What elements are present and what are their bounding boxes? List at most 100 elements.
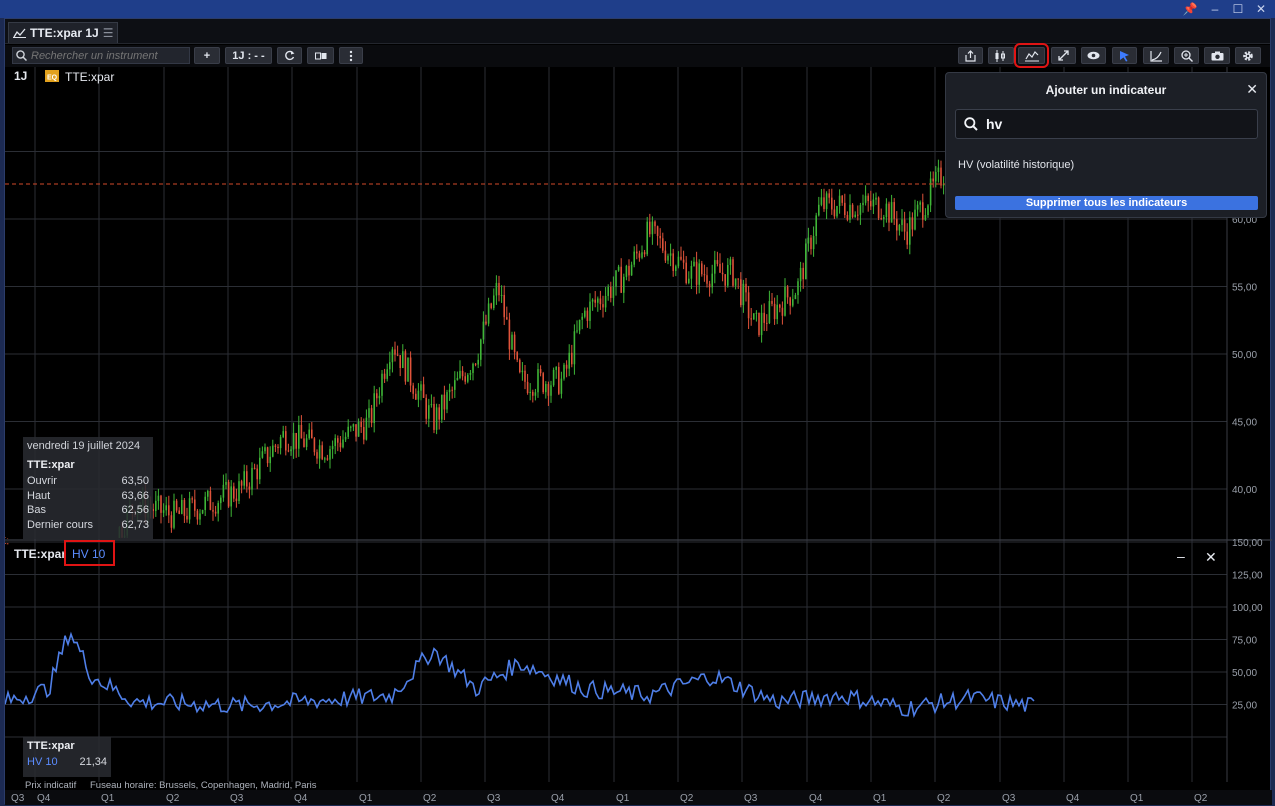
candle-body — [550, 385, 552, 396]
candle-body — [771, 301, 773, 304]
more-options-button[interactable] — [339, 47, 363, 64]
quarter-label: Q1 — [873, 793, 887, 804]
candle-body — [880, 218, 882, 220]
remove-all-indicators-button[interactable]: Supprimer tous les indicateurs — [955, 196, 1258, 210]
candle-body — [399, 355, 401, 368]
candle-body — [474, 363, 477, 365]
candle-body — [664, 250, 667, 261]
cursor-button[interactable] — [1112, 47, 1137, 64]
candle-body — [903, 219, 906, 232]
candle-body — [841, 195, 843, 203]
candle-body — [854, 214, 856, 218]
tab-chart[interactable]: TTE:xpar 1J ☰ — [8, 22, 118, 43]
settings-button[interactable] — [1235, 47, 1261, 64]
candle-body — [706, 275, 708, 284]
add-button[interactable]: + — [194, 47, 220, 64]
candle-body — [513, 334, 516, 353]
candle-body — [776, 304, 778, 320]
candle-body — [703, 274, 706, 276]
candle-body — [212, 509, 214, 512]
pin-icon[interactable]: 📌 — [1181, 1, 1199, 17]
candle-body — [563, 364, 565, 379]
candle-body — [812, 235, 815, 250]
candle-body — [849, 204, 851, 220]
hv-indicator-label[interactable]: HV 10 — [72, 547, 106, 561]
candle-body — [909, 217, 911, 245]
tab-title: TTE:xpar 1J — [30, 26, 99, 40]
candle-body — [178, 510, 180, 514]
zoom-button[interactable] — [1174, 47, 1199, 64]
candle-body — [584, 310, 586, 317]
zoom-icon — [1180, 49, 1193, 62]
year-label: 2023 — [711, 804, 734, 805]
candle-body — [833, 209, 836, 217]
indicator-button[interactable] — [1014, 43, 1049, 68]
candle-body — [867, 195, 869, 202]
candle-body — [220, 497, 222, 504]
year-label: 2025 — [1195, 804, 1218, 805]
candle-body — [181, 499, 183, 514]
candle-body — [480, 339, 482, 360]
candle-body — [929, 178, 932, 206]
indicator-search[interactable] — [955, 109, 1258, 139]
vertical-dots-icon — [349, 50, 353, 61]
candle-body — [472, 363, 474, 373]
period-button[interactable]: 1J : - - — [225, 47, 272, 64]
screenshot-button[interactable] — [1204, 47, 1230, 64]
candle-body — [695, 261, 698, 285]
candle-body — [386, 369, 388, 379]
candle-body — [724, 274, 726, 286]
candle-body — [818, 204, 820, 216]
candle-body — [662, 238, 664, 251]
candle-body — [857, 214, 859, 216]
candle-body — [708, 283, 711, 288]
candle-body — [344, 436, 347, 440]
candle-body — [638, 253, 641, 258]
expand-button[interactable] — [1051, 47, 1076, 64]
candle-body — [607, 287, 609, 296]
candle-body — [326, 458, 329, 460]
candle-body — [927, 205, 929, 216]
candle-body — [883, 217, 885, 219]
candle-body — [578, 319, 581, 331]
candle-type-button[interactable] — [988, 47, 1014, 64]
candle-body — [446, 392, 448, 410]
close-window-button[interactable]: ✕ — [1252, 1, 1270, 17]
candle-body — [441, 394, 443, 420]
indicator-search-input[interactable] — [986, 116, 1246, 132]
candle-body — [526, 381, 529, 394]
share-button[interactable] — [958, 47, 983, 64]
candle-body — [797, 281, 799, 296]
candle-body — [571, 352, 573, 365]
candle-body — [547, 384, 550, 396]
instrument-search[interactable] — [12, 47, 190, 64]
year-label: 2024 — [973, 804, 996, 805]
candle-body — [246, 471, 248, 487]
drawing-button[interactable] — [1143, 47, 1169, 64]
layout-button[interactable] — [307, 47, 334, 64]
refresh-button[interactable] — [277, 47, 302, 64]
indicator-icon — [1024, 50, 1039, 61]
indicator-result-hv[interactable]: HV (volatilité historique) — [958, 159, 1074, 171]
candle-body — [604, 295, 607, 308]
price-tick-label: 50,00 — [1232, 350, 1257, 361]
candle-body — [461, 370, 464, 377]
visibility-button[interactable] — [1081, 47, 1106, 64]
candle-body — [430, 404, 433, 406]
candle-body — [667, 255, 669, 261]
time-axis-bg — [5, 790, 1272, 806]
search-input[interactable] — [31, 49, 181, 62]
hv-minimize-button[interactable]: – — [1177, 548, 1185, 564]
candle-body — [914, 209, 916, 230]
panel-close-icon[interactable]: ✕ — [1246, 81, 1258, 98]
hv-close-button[interactable]: ✕ — [1205, 549, 1217, 565]
candle-body — [173, 500, 175, 528]
hv-tooltip-instrument: TTE:xpar — [27, 740, 75, 752]
candle-body — [503, 295, 505, 318]
share-icon — [965, 49, 976, 62]
maximize-window-button[interactable]: ☐ — [1229, 1, 1247, 17]
layout-icon — [314, 52, 326, 59]
tab-menu-icon[interactable]: ☰ — [103, 26, 114, 40]
minimize-window-button[interactable]: – — [1206, 1, 1224, 17]
candle-body — [282, 431, 284, 438]
